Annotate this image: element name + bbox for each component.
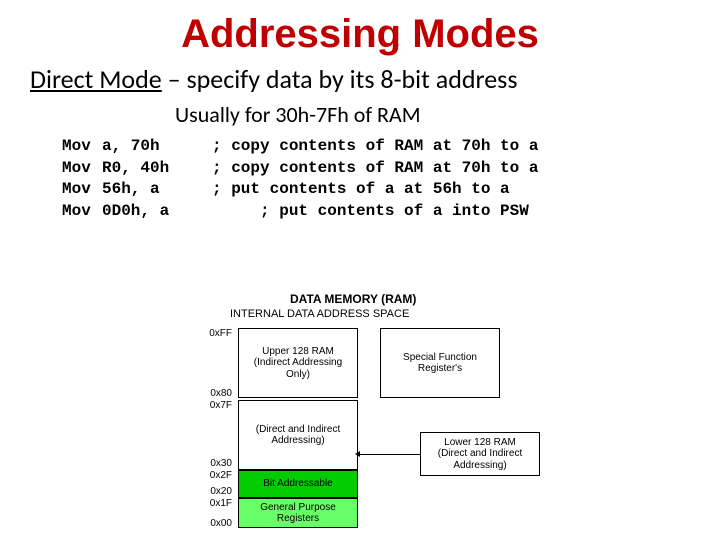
addr-20: 0x20 <box>202 486 232 497</box>
diagram-title: DATA MEMORY (RAM) <box>290 292 416 306</box>
addr-00: 0x00 <box>202 518 232 529</box>
code-row: Mov0D0h, a ; put contents of a into PSW <box>62 201 720 223</box>
code-row: Mov56h, a; put contents of a at 56h to a <box>62 179 720 201</box>
code-row: Mova, 70h; copy contents of RAM at 70h t… <box>62 136 720 158</box>
box-direct-indirect: (Direct and Indirect Addressing) <box>238 400 358 470</box>
slide-title: Addressing Modes <box>0 12 720 57</box>
code-op: Mov <box>62 201 102 223</box>
subtitle-rest: – specify data by its 8-bit address <box>162 63 518 95</box>
code-args: a, 70h <box>102 136 212 158</box>
code-op: Mov <box>62 136 102 158</box>
addr-7f: 0x7F <box>202 400 232 411</box>
box-sfr: Special Function Register's <box>380 328 500 398</box>
addr-ff: 0xFF <box>202 328 232 339</box>
code-args: 0D0h, a <box>102 201 212 223</box>
code-row: MovR0, 40h; copy contents of RAM at 70h … <box>62 158 720 180</box>
code-block: Mova, 70h; copy contents of RAM at 70h t… <box>62 136 720 222</box>
subtitle-mode: Direct Mode <box>30 63 162 95</box>
diagram-subtitle: INTERNAL DATA ADDRESS SPACE <box>230 308 409 320</box>
box-gpr: General Purpose Registers <box>238 498 358 528</box>
subtitle: Direct Mode – specify data by its 8-bit … <box>30 63 690 95</box>
callout-lower-ram: Lower 128 RAM (Direct and Indirect Addre… <box>420 432 540 476</box>
code-op: Mov <box>62 179 102 201</box>
code-op: Mov <box>62 158 102 180</box>
box-bit-addressable: Bit Addressable <box>238 470 358 498</box>
box-upper-ram: Upper 128 RAM (Indirect Addressing Only) <box>238 328 358 398</box>
addr-1f: 0x1F <box>202 498 232 509</box>
addr-30: 0x30 <box>202 458 232 469</box>
code-comment: ; put contents of a into PSW <box>212 202 529 220</box>
ram-diagram: DATA MEMORY (RAM) INTERNAL DATA ADDRESS … <box>120 292 640 536</box>
code-comment: ; copy contents of RAM at 70h to a <box>212 159 538 177</box>
code-args: 56h, a <box>102 179 212 201</box>
usage-note: Usually for 30h-7Fh of RAM <box>175 101 720 128</box>
addr-80: 0x80 <box>202 388 232 399</box>
code-comment: ; put contents of a at 56h to a <box>212 180 510 198</box>
code-args: R0, 40h <box>102 158 212 180</box>
arrow-icon <box>360 454 420 455</box>
addr-2f: 0x2F <box>202 470 232 481</box>
code-comment: ; copy contents of RAM at 70h to a <box>212 137 538 155</box>
